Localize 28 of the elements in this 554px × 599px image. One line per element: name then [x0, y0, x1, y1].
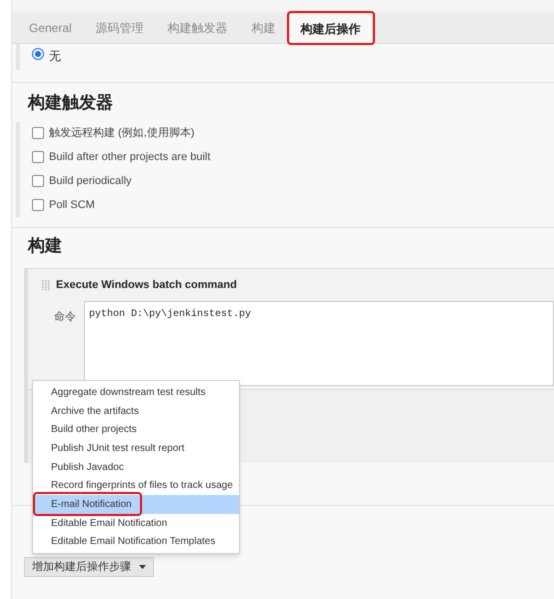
command-field[interactable]: python D:\py\jenkinstest.py	[84, 301, 554, 386]
radio-label: 无	[49, 48, 61, 65]
menu-item[interactable]: Editable Email Notification Templates	[33, 532, 239, 552]
menu-item[interactable]: E-mail Notification	[33, 495, 239, 514]
checkbox[interactable]	[32, 151, 44, 163]
section-heading: 构建触发器	[28, 92, 114, 114]
menu-item[interactable]: Archive the artifacts	[33, 402, 239, 420]
menu-item[interactable]: Record fingerprints of files to track usage	[33, 476, 239, 496]
checkbox-label: Build after other projects are built	[49, 150, 210, 165]
menu-item[interactable]: Editable Email Notification	[33, 514, 239, 532]
menu-item[interactable]: Publish Javadoc	[33, 458, 239, 476]
add-post-build-step-button[interactable]: 增加构建后操作步骤	[24, 557, 154, 577]
field-label: 命令	[53, 310, 77, 325]
checkbox[interactable]	[32, 175, 44, 187]
step-title: Execute Windows batch command	[56, 278, 237, 293]
radio-button[interactable]	[32, 48, 44, 60]
checkbox[interactable]	[32, 199, 44, 211]
menu-item[interactable]: Publish JUnit test result report	[33, 439, 239, 458]
caret-icon	[139, 565, 146, 569]
menu-item[interactable]: Aggregate downstream test results	[33, 383, 239, 402]
menu-item[interactable]: Build other projects	[33, 420, 239, 440]
drag-handle-icon[interactable]	[42, 280, 50, 290]
checkbox-label: Build periodically	[49, 174, 132, 189]
tab[interactable]: 构建后操作	[288, 13, 373, 43]
checkbox-label: 触发远程构建 (例如,使用脚本)	[49, 126, 194, 141]
checkbox-label: Poll SCM	[49, 198, 95, 213]
checkbox[interactable]	[32, 127, 44, 139]
section-heading: 构建	[28, 234, 63, 256]
